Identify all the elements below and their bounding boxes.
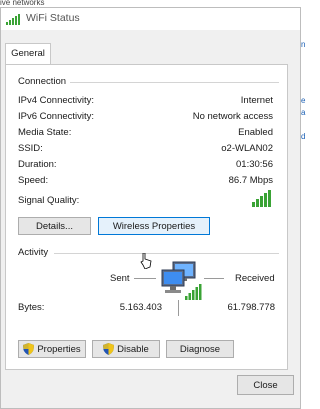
connection-row: SSID: o2-WLAN02 <box>18 143 273 157</box>
connection-row: Media State: Enabled <box>18 127 273 141</box>
signal-quality-row: Signal Quality: <box>18 190 273 209</box>
tab-strip: General <box>1 30 300 66</box>
received-line <box>204 278 224 279</box>
window-title: WiFi Status <box>26 12 80 24</box>
disable-button[interactable]: Disable <box>92 340 160 358</box>
bytes-separator <box>178 300 179 316</box>
received-label: Received <box>235 273 275 284</box>
bytes-received-value: 61.798.778 <box>227 302 275 313</box>
row-label: IPv4 Connectivity: <box>18 95 95 106</box>
row-label: IPv6 Connectivity: <box>18 111 95 122</box>
uac-shield-icon <box>23 343 35 355</box>
sent-line <box>134 278 156 279</box>
row-label: SSID: <box>18 143 43 154</box>
properties-button[interactable]: Properties <box>18 340 86 358</box>
sent-label: Sent <box>110 273 130 284</box>
diagnose-button[interactable]: Diagnose <box>166 340 234 358</box>
wireless-properties-button[interactable]: Wireless Properties <box>98 217 210 235</box>
row-value: No network access <box>192 111 273 122</box>
general-panel: Connection IPv4 Connectivity: Internet I… <box>5 64 288 370</box>
connection-group-label: Connection <box>18 76 71 87</box>
activity-group-label: Activity <box>18 247 53 258</box>
title-bar[interactable]: WiFi Status <box>1 8 300 30</box>
row-label: Media State: <box>18 127 72 138</box>
row-value: Internet <box>240 95 273 106</box>
connection-divider <box>70 82 279 83</box>
signal-bars-icon <box>252 190 271 207</box>
row-value: 01:30:56 <box>236 159 273 170</box>
background-mark: e <box>301 96 306 105</box>
background-mark: a <box>301 108 306 117</box>
details-button[interactable]: Details... <box>18 217 91 235</box>
background-text: ive networks <box>0 0 45 6</box>
wifi-status-icon <box>6 14 20 25</box>
close-button[interactable]: Close <box>237 375 294 395</box>
row-value: Enabled <box>238 127 273 138</box>
row-value: o2-WLAN02 <box>221 143 273 154</box>
tab-general[interactable]: General <box>5 43 51 65</box>
row-label: Duration: <box>18 159 57 170</box>
connection-row: IPv6 Connectivity: No network access <box>18 111 273 125</box>
background-mark: d <box>301 132 306 141</box>
bytes-label: Bytes: <box>18 302 45 313</box>
uac-shield-icon <box>103 343 115 355</box>
row-value: 86.7 Mbps <box>228 175 273 186</box>
background-mark: n <box>301 40 306 49</box>
signal-quality-label: Signal Quality: <box>18 195 80 206</box>
row-label: Speed: <box>18 175 49 186</box>
activity-divider <box>54 253 279 254</box>
connection-row: Speed: 86.7 Mbps <box>18 175 273 189</box>
properties-label: Properties <box>37 343 81 355</box>
bytes-sent-value: 5.163.403 <box>119 302 162 313</box>
network-activity-icon <box>161 261 202 300</box>
connection-row: IPv4 Connectivity: Internet <box>18 95 273 109</box>
wifi-status-dialog: WiFi Status General Connection IPv4 Conn… <box>0 7 301 409</box>
connection-row: Duration: 01:30:56 <box>18 159 273 173</box>
disable-label: Disable <box>117 343 149 355</box>
mouse-pointer-icon <box>140 253 152 269</box>
